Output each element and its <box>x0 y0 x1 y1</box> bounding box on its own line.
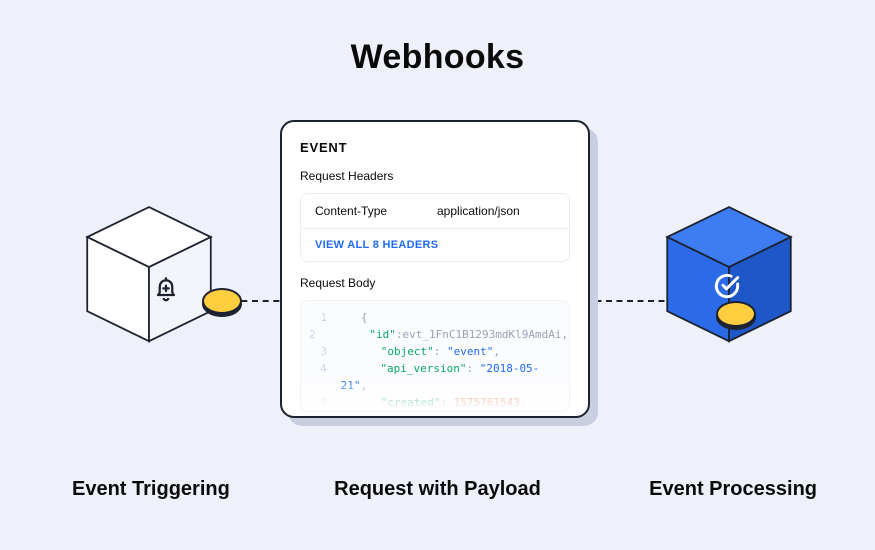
coin-icon <box>716 301 756 327</box>
coin-icon <box>202 288 242 314</box>
event-heading: EVENT <box>300 140 570 155</box>
headers-box: Content-Type application/json VIEW ALL 8… <box>300 193 570 262</box>
page-title: Webhooks <box>0 38 875 77</box>
header-value: application/json <box>437 204 520 218</box>
check-circle-icon <box>711 270 743 302</box>
caption-right: Event Processing <box>649 478 817 501</box>
code-box: 1 {2 "id":evt_1FnC1B1293mdKl9AmdAi,3 "ob… <box>300 300 570 412</box>
view-all-headers[interactable]: VIEW ALL 8 HEADERS <box>301 229 569 261</box>
header-name: Content-Type <box>315 204 405 218</box>
event-card: EVENT Request Headers Content-Type appli… <box>280 120 590 418</box>
bell-plus-icon <box>151 276 181 306</box>
source-cube <box>74 200 224 350</box>
request-headers-label: Request Headers <box>300 169 570 183</box>
request-body-label: Request Body <box>300 276 570 290</box>
header-row: Content-Type application/json <box>301 194 569 229</box>
